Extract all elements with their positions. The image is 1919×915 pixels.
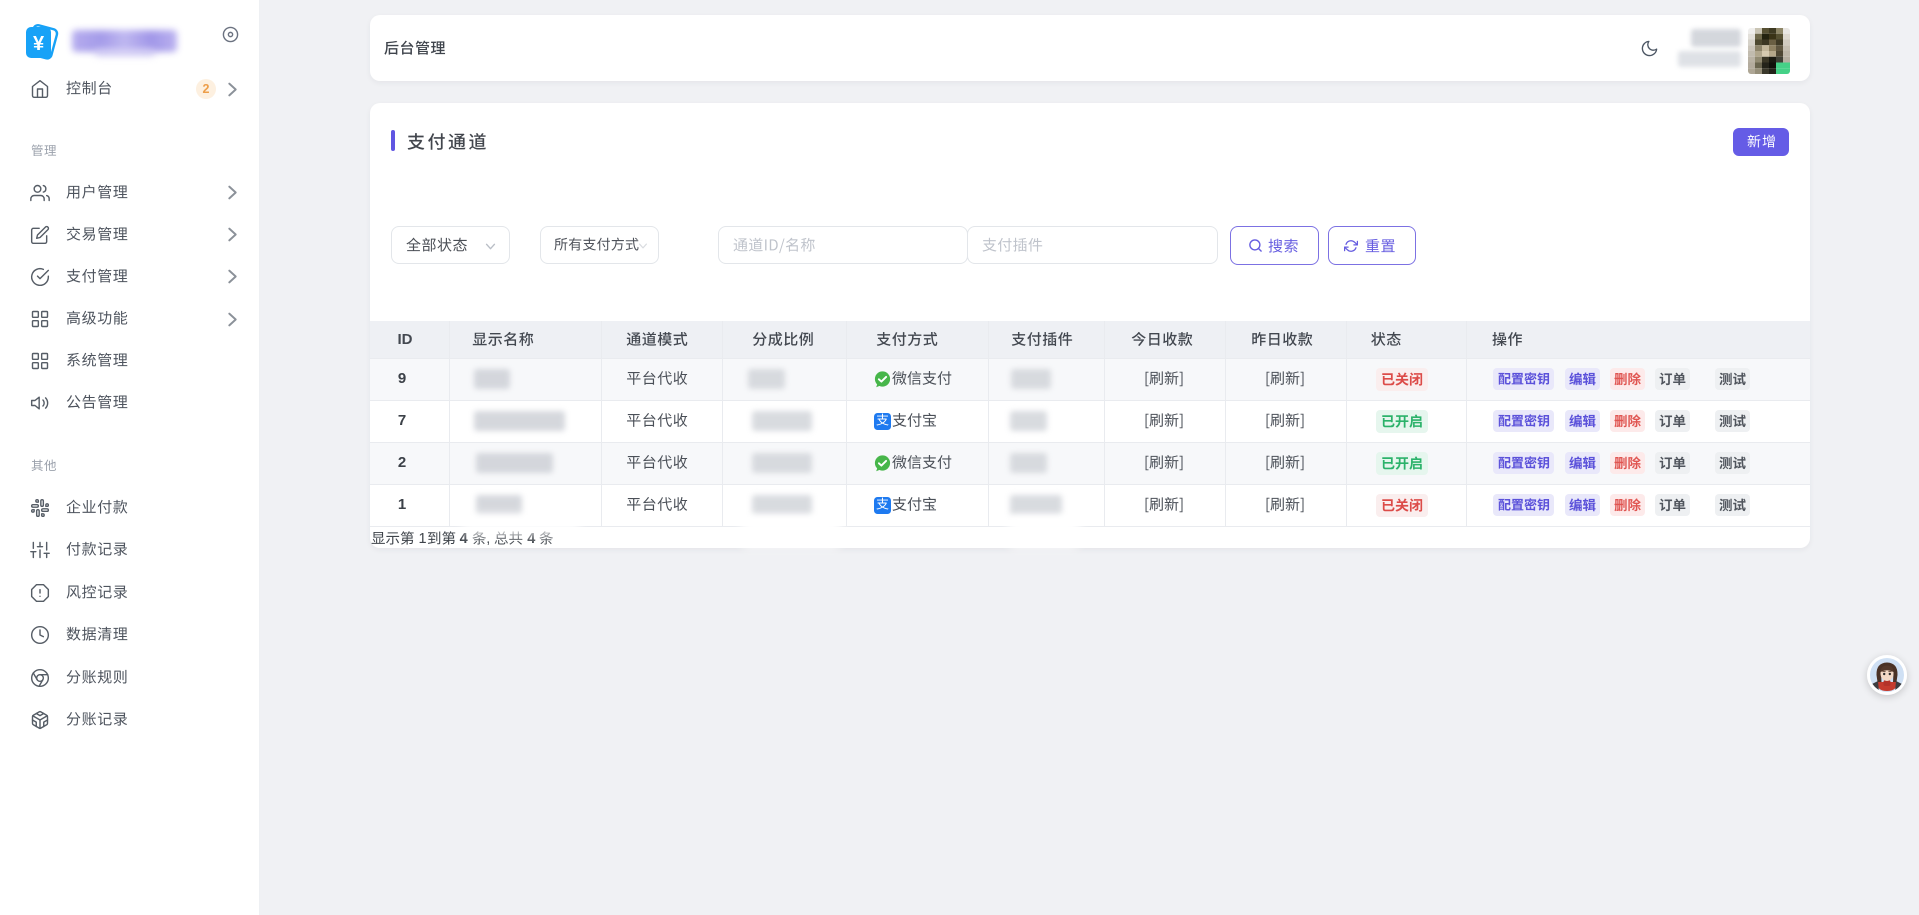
svg-text:¥: ¥	[33, 33, 45, 55]
